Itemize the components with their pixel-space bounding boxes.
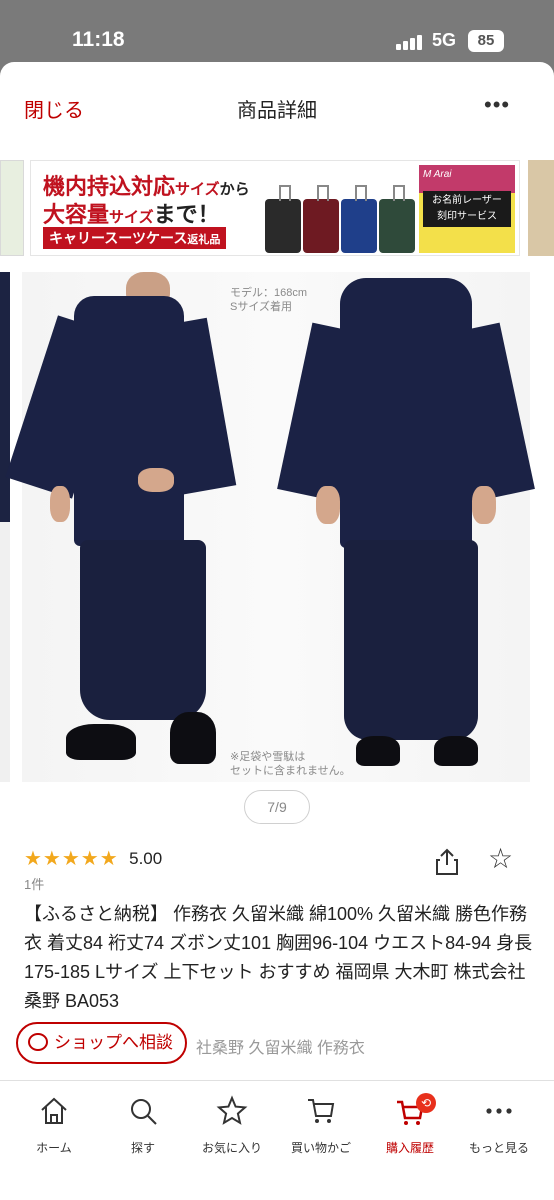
- consult-shop-button[interactable]: ショップへ相談: [16, 1022, 187, 1064]
- promo-banner-carousel[interactable]: 機内持込対応サイズから 大容量サイズまで！ キャリースーツケース返礼品 M Ar…: [0, 160, 554, 256]
- status-bar: 11:18 5G 85: [0, 0, 554, 62]
- network-type: 5G: [432, 30, 457, 50]
- search-icon: [97, 1095, 189, 1129]
- banner-chip: キャリースーツケース返礼品: [43, 227, 227, 249]
- nav-more[interactable]: もっと見る: [453, 1095, 545, 1175]
- nav-favorites[interactable]: お気に入り: [186, 1095, 278, 1175]
- favorite-star-icon[interactable]: ☆: [488, 844, 513, 874]
- rating-stars: ★★★★★: [24, 848, 119, 870]
- more-options-button[interactable]: •••: [484, 92, 510, 118]
- brand-script: M Arai: [423, 169, 452, 180]
- nav-search[interactable]: 探す: [97, 1095, 189, 1175]
- laser-engraving-badge: お名前レーザー 刻印サービス: [423, 191, 511, 227]
- star-icon: [186, 1095, 278, 1129]
- close-button[interactable]: 閉じる: [24, 94, 84, 123]
- home-icon: [8, 1095, 100, 1129]
- image-prev-peek[interactable]: [0, 272, 10, 782]
- model-front-figure: [5, 272, 237, 782]
- signal-icon: [396, 34, 426, 50]
- banner-next-peek[interactable]: [528, 160, 554, 256]
- rating-score: 5.00: [129, 848, 163, 868]
- rating-row[interactable]: ★★★★★ 5.00: [24, 846, 162, 870]
- purchase-history-icon: ⟲: [364, 1093, 456, 1129]
- review-count[interactable]: 1件: [24, 874, 44, 893]
- chat-icon: [28, 1033, 48, 1051]
- product-image-carousel[interactable]: モデル：168cm Sサイズ着用 ※足袋や雪駄は セットに含まれません。: [0, 272, 554, 782]
- product-title: 【ふるさと納税】 作務衣 久留米織 綿100% 久留米織 勝色作務衣 着丈84 …: [24, 904, 533, 1011]
- share-icon[interactable]: [434, 848, 460, 876]
- bottom-navigation: ホーム 探す お気に入り 買い物かご ⟲ 購入履歴 もっと見る: [0, 1080, 554, 1200]
- nav-cart[interactable]: 買い物かご: [275, 1095, 367, 1175]
- product-detail-sheet: 閉じる 商品詳細 ••• 機内持込対応サイズから 大容量サイズまで！ キャリース…: [0, 62, 554, 1200]
- model-back-figure: [277, 272, 535, 782]
- suitcases-image: [265, 179, 415, 253]
- image-page-indicator: 7/9: [244, 790, 310, 824]
- shop-tags[interactable]: 社桑野 久留米織 作務衣: [196, 1034, 365, 1058]
- top-bar: 閉じる 商品詳細 •••: [0, 62, 554, 152]
- nav-home[interactable]: ホーム: [8, 1095, 100, 1175]
- status-time: 11:18: [72, 28, 125, 51]
- nav-purchase-history[interactable]: ⟲ 購入履歴: [364, 1093, 456, 1175]
- product-image[interactable]: モデル：168cm Sサイズ着用 ※足袋や雪駄は セットに含まれません。: [5, 272, 535, 782]
- banner-prev-peek[interactable]: [0, 160, 24, 256]
- cart-icon: [275, 1095, 367, 1129]
- promo-banner[interactable]: 機内持込対応サイズから 大容量サイズまで！ キャリースーツケース返礼品 M Ar…: [30, 160, 520, 256]
- banner-line2: 大容量サイズまで！: [43, 202, 220, 227]
- history-badge-icon: ⟲: [416, 1093, 436, 1113]
- accessory-note: ※足袋や雪駄は セットに含まれません。: [230, 751, 351, 777]
- more-icon: [453, 1095, 545, 1129]
- battery-icon: 85: [468, 30, 504, 52]
